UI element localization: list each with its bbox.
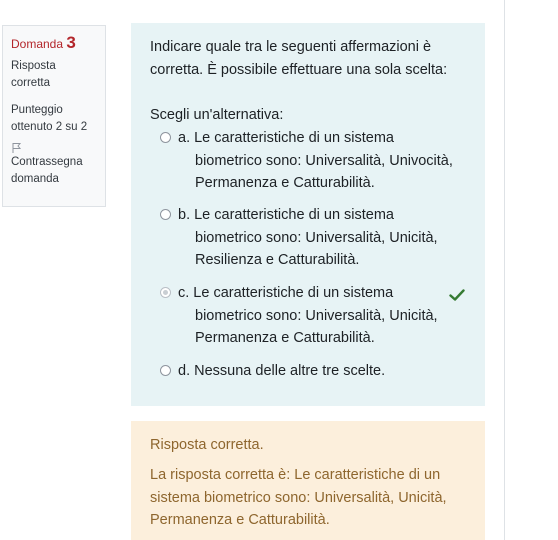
option-d-label: d. Nessuna delle altre tre scelte. xyxy=(178,363,386,379)
question-label: Domanda xyxy=(11,37,64,51)
question-text: Indicare quale tra le seguenti affermazi… xyxy=(150,39,448,78)
feedback-panel: Risposta corretta. La risposta corretta … xyxy=(131,421,485,540)
radio-option-b[interactable] xyxy=(160,209,171,220)
question-number: Domanda 3 xyxy=(11,34,97,53)
option-b-label: b. Le caratteristiche di un sistema biom… xyxy=(178,207,438,268)
question-state: Risposta corretta xyxy=(11,60,56,89)
radio-option-d[interactable] xyxy=(160,365,171,376)
question-info-panel: Domanda 3 Risposta corretta Punteggio ot… xyxy=(2,25,106,207)
radio-option-c[interactable] xyxy=(160,287,171,298)
flag-question-link[interactable]: Contrassegna domanda xyxy=(11,142,97,188)
feedback-status: Risposta corretta. xyxy=(150,437,264,453)
question-number-value: 3 xyxy=(66,33,76,52)
option-a-label: a. Le caratteristiche di un sistema biom… xyxy=(178,130,453,191)
question-formulation: Indicare quale tra le seguenti affermazi… xyxy=(131,23,485,406)
option-c-label: c. Le caratteristiche di un sistema biom… xyxy=(178,285,438,346)
flag-label: Contrassegna domanda xyxy=(11,156,83,185)
page-divider xyxy=(504,0,505,540)
answer-prompt: Scegli un'alternativa: xyxy=(150,107,284,123)
correct-check-icon xyxy=(449,289,465,301)
question-grade: Punteggio ottenuto 2 su 2 xyxy=(11,104,88,133)
flag-icon xyxy=(12,143,22,153)
correct-answer-text: La risposta corretta è: Le caratteristic… xyxy=(150,467,447,528)
radio-option-a[interactable] xyxy=(160,132,171,143)
